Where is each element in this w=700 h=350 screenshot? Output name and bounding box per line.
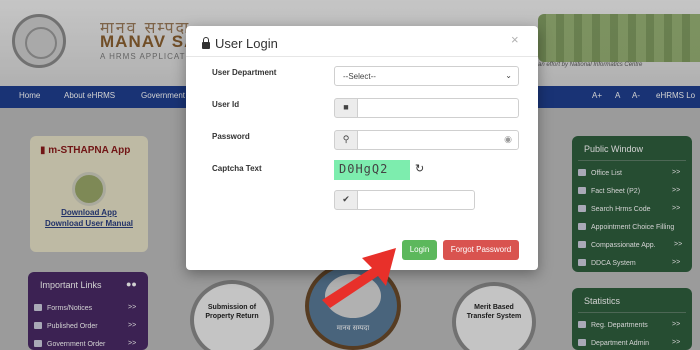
forgot-password-button[interactable]: Forgot Password — [443, 240, 519, 260]
password-input[interactable]: ◉ — [357, 130, 519, 150]
refresh-icon[interactable]: ↻ — [415, 162, 424, 175]
captcha-label: Captcha Text — [212, 164, 262, 173]
login-button[interactable]: Login — [402, 240, 437, 260]
captcha-image: D0HgQ2 — [334, 160, 410, 180]
key-icon: ⚲ — [334, 130, 358, 150]
close-icon[interactable]: × — [511, 32, 519, 47]
user-login-modal: User Login × User Department --Select-- … — [186, 26, 538, 270]
eye-icon[interactable]: ◉ — [504, 134, 512, 145]
arrow-pointer-icon — [322, 248, 396, 308]
user-department-value: --Select-- — [343, 72, 376, 81]
user-department-select[interactable]: --Select-- ⌄ — [334, 66, 519, 86]
user-id-label: User Id — [212, 100, 240, 109]
chevron-down-icon: ⌄ — [505, 71, 512, 80]
user-id-input[interactable] — [357, 98, 519, 118]
user-icon: ■ — [334, 98, 358, 118]
captcha-input[interactable] — [357, 190, 475, 210]
arrow-shape — [322, 248, 396, 308]
modal-title-text: User Login — [215, 36, 278, 51]
user-department-label: User Department — [212, 68, 277, 77]
password-label: Password — [212, 132, 250, 141]
lock-icon — [202, 37, 210, 49]
check-icon: ✔ — [334, 190, 358, 210]
modal-title: User Login — [202, 36, 278, 51]
modal-header-divider — [186, 56, 538, 57]
